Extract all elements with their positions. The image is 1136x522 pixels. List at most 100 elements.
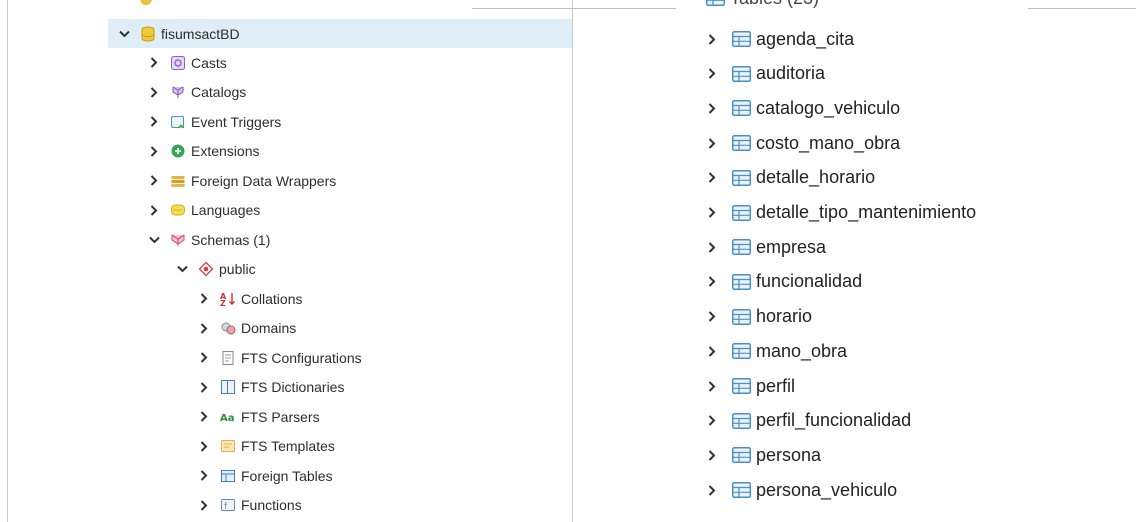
table-name: persona xyxy=(756,444,822,465)
chevron-right-icon[interactable] xyxy=(198,322,210,334)
tree-node-collations[interactable]: A Z Collations xyxy=(198,284,302,313)
table-name: perfil_funcionalidad xyxy=(756,410,912,431)
chevron-right-icon[interactable] xyxy=(198,470,210,481)
tree-node-fts-parsers[interactable]: Aa FTS Parsers xyxy=(198,402,320,431)
tree-node-foreign-tables[interactable]: Foreign Tables xyxy=(198,461,333,490)
chevron-right-icon[interactable] xyxy=(148,86,160,98)
tree-node-label: FTS Parsers xyxy=(241,408,320,425)
chevron-down-icon[interactable] xyxy=(176,265,188,273)
tree-node-fts-dictionaries[interactable]: FTS Dictionaries xyxy=(198,373,344,402)
table-row-mano-obra[interactable]: mano_obra xyxy=(706,334,847,368)
tree-node-catalogs[interactable]: Catalogs xyxy=(148,78,246,107)
table-icon xyxy=(732,169,751,186)
chevron-right-icon[interactable] xyxy=(706,380,718,392)
table-name: agenda_cita xyxy=(756,28,855,49)
svg-text:Aa: Aa xyxy=(220,413,235,424)
fts-dictionaries-icon xyxy=(219,378,237,396)
table-icon xyxy=(732,65,751,82)
chevron-right-icon[interactable] xyxy=(706,311,718,322)
table-icon xyxy=(732,308,751,325)
tree-node-foreign-data-wrappers[interactable]: Foreign Data Wrappers xyxy=(148,166,336,195)
chevron-right-icon[interactable] xyxy=(706,484,718,496)
tree-node-label: Foreign Tables xyxy=(241,467,333,484)
table-icon xyxy=(732,412,751,429)
table-row-funcionalidad[interactable]: funcionalidad xyxy=(706,265,862,299)
tree-node-casts[interactable]: Casts xyxy=(148,48,227,77)
tree-node-event-triggers[interactable]: Event Triggers xyxy=(148,107,281,136)
catalogs-icon xyxy=(169,83,187,101)
fts-configurations-icon xyxy=(219,349,237,367)
chevron-right-icon[interactable] xyxy=(706,137,718,149)
tree-node-label: public xyxy=(219,261,256,277)
table-row-detalle-tipo-mantenimiento[interactable]: detalle_tipo_mantenimiento xyxy=(706,196,976,230)
table-name: empresa xyxy=(756,236,827,257)
partial-row xyxy=(140,0,170,6)
chevron-right-icon[interactable] xyxy=(706,241,718,253)
table-row-persona-vehiculo[interactable]: persona_vehiculo xyxy=(706,473,897,507)
chevron-down-icon[interactable] xyxy=(148,236,160,244)
table-name: persona_vehiculo xyxy=(756,479,898,500)
tables-header-row[interactable]: Tables (23) xyxy=(706,0,819,12)
chevron-right-icon[interactable] xyxy=(706,33,718,45)
table-icon xyxy=(732,378,751,394)
tree-node-languages[interactable]: Languages xyxy=(148,196,260,225)
table-icon xyxy=(732,343,751,360)
chevron-right-icon[interactable] xyxy=(198,381,210,393)
tree-node-fts-templates[interactable]: FTS Templates xyxy=(198,432,335,461)
table-row-horario[interactable]: horario xyxy=(706,300,812,334)
table-row-costo-mano-obra[interactable]: costo_mano_obra xyxy=(706,126,900,160)
tree-node-extensions[interactable]: Extensions xyxy=(148,137,259,166)
table-row-catalogo-vehiculo[interactable]: catalogo_vehiculo xyxy=(706,91,900,125)
chevron-right-icon[interactable] xyxy=(198,499,210,511)
tree-node-functions[interactable]: f Functions xyxy=(198,491,302,520)
table-icon xyxy=(732,447,751,464)
object-explorer-left: fisumsactBD Casts Catalogs Event Triggers Ex… xyxy=(0,0,572,522)
chevron-right-icon[interactable] xyxy=(706,415,718,426)
chevron-right-icon[interactable] xyxy=(198,293,210,304)
chevron-right-icon[interactable] xyxy=(706,172,718,184)
table-row-agenda-cita[interactable]: agenda_cita xyxy=(706,22,854,56)
foreign-data-wrappers-icon xyxy=(169,172,187,190)
object-explorer-right: Tables (23) agenda_cita auditoria catalogo… xyxy=(573,0,1136,522)
chevron-right-icon[interactable] xyxy=(706,103,718,114)
fts-parsers-icon: Aa xyxy=(219,408,237,426)
tree-node-domains[interactable]: Domains xyxy=(198,314,296,343)
chevron-right-icon[interactable] xyxy=(148,116,160,127)
fts-templates-icon xyxy=(219,437,237,455)
tree-node-public[interactable]: public xyxy=(176,255,256,284)
table-row-perfil[interactable]: perfil xyxy=(706,369,795,403)
table-row-empresa[interactable]: empresa xyxy=(706,230,826,264)
domains-icon xyxy=(219,319,237,337)
tree-node-label: FTS Dictionaries xyxy=(241,379,345,395)
tree-node-label: Foreign Data Wrappers xyxy=(191,172,337,189)
tree-node-fts-configurations[interactable]: FTS Configurations xyxy=(198,343,362,372)
chevron-right-icon[interactable] xyxy=(706,68,718,79)
chevron-down-icon[interactable] xyxy=(118,30,130,38)
chevron-right-icon[interactable] xyxy=(148,204,160,216)
chevron-right-icon[interactable] xyxy=(198,440,210,452)
chevron-right-icon[interactable] xyxy=(706,450,718,461)
table-row-perfil-funcionalidad[interactable]: perfil_funcionalidad xyxy=(706,404,911,438)
table-row-auditoria[interactable]: auditoria xyxy=(706,57,825,91)
table-row-detalle-horario[interactable]: detalle_horario xyxy=(706,161,875,195)
chevron-right-icon[interactable] xyxy=(706,276,718,288)
chevron-right-icon[interactable] xyxy=(148,175,160,186)
table-icon xyxy=(732,273,751,290)
table-icon xyxy=(706,0,725,6)
casts-icon xyxy=(169,54,187,72)
collations-icon: AZ xyxy=(219,290,237,308)
table-row-persona[interactable]: persona xyxy=(706,438,821,472)
tree-node-fisumsactbd[interactable]: fisumsactBD xyxy=(108,19,572,48)
database-icon xyxy=(139,25,157,43)
tree-node-label: Collations xyxy=(241,290,303,307)
chevron-right-icon[interactable] xyxy=(148,145,160,157)
chevron-right-icon[interactable] xyxy=(706,207,718,218)
chevron-right-icon[interactable] xyxy=(148,57,160,68)
table-icon xyxy=(732,239,751,256)
chevron-right-icon[interactable] xyxy=(198,352,210,363)
chevron-right-icon[interactable] xyxy=(198,411,210,422)
tree-node-label: Casts xyxy=(191,54,227,71)
chevron-right-icon[interactable] xyxy=(706,346,718,357)
tree-node-label: FTS Configurations xyxy=(241,349,362,366)
tree-node-schemas-1[interactable]: Schemas (1) xyxy=(148,225,270,254)
